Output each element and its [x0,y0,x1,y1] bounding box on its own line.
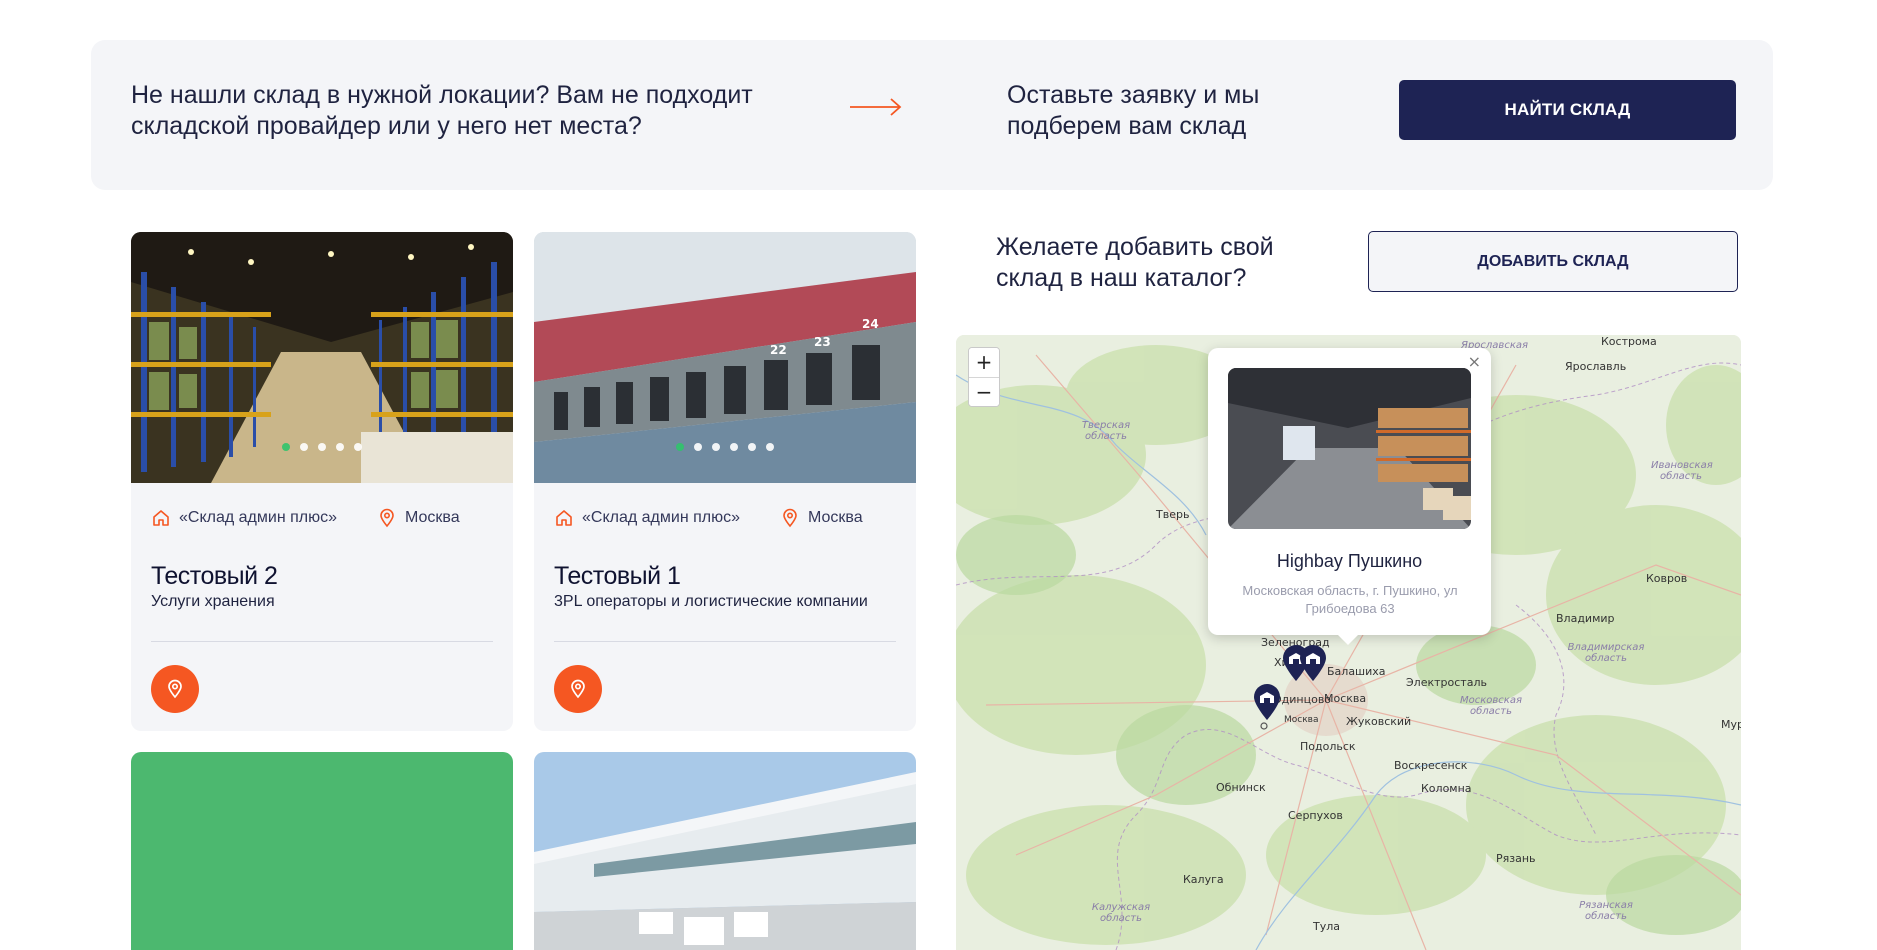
city-name: Москва [808,509,863,526]
company-meta: «Склад админ плюс» [554,508,740,528]
map-label: Ярославль [1565,360,1627,373]
company-meta: «Склад админ плюс» [151,508,337,528]
slider-dot[interactable] [676,443,684,451]
map-label: Обнинск [1216,781,1266,794]
map-label: Калуга [1183,873,1224,886]
location-pin-icon [571,679,585,699]
arrow-right-icon [850,98,902,116]
cta-banner: Не нашли склад в нужной локации? Вам не … [91,40,1773,190]
add-warehouse-button[interactable]: ДОБАВИТЬ СКЛАД [1368,231,1738,292]
card-meta: «Склад админ плюс» Москва [151,508,460,528]
map-label: Воскресенск [1394,759,1468,772]
warehouse-marker[interactable] [1252,683,1282,721]
find-warehouse-button[interactable]: НАЙТИ СКЛАД [1399,80,1736,140]
map-label: Подольск [1300,740,1356,753]
home-icon [153,510,169,526]
warehouse-photo[interactable]: 22 23 24 [534,232,916,483]
banner-text: Не нашли склад в нужной локации? Вам не … [131,81,753,140]
add-warehouse-text: Желаете добавить свой склад в наш катало… [996,233,1274,292]
map-label: Электросталь [1406,676,1487,689]
location-pin-icon [168,679,182,699]
warehouse-marker[interactable] [1298,644,1328,682]
card-subtitle: 3PL операторы и логистические компании [554,593,868,610]
warehouse-card[interactable]: «Склад админ плюс» Москва Тестовый 2 Усл… [131,232,513,731]
slider-dot[interactable] [694,443,702,451]
city-meta: Москва [377,508,460,528]
slider-dot[interactable] [300,443,308,451]
location-pin-icon [783,508,797,528]
map-label: Владимир [1556,612,1615,625]
location-pin-icon [380,508,394,528]
warehouse-interior-image [1228,368,1471,529]
map-label: Жуковский [1346,715,1412,728]
map-label: Тверская область [1081,420,1131,442]
map-label: Калужская область [1091,902,1151,924]
warehouse-photo[interactable] [131,232,513,483]
show-on-map-button[interactable] [151,665,199,713]
map-label: Москва [1324,692,1367,705]
map-label: Ивановская область [1651,460,1713,482]
map-label: Коломна [1421,782,1472,795]
map-label: Тверь [1156,508,1190,521]
divider [554,641,896,642]
company-name: «Склад админ плюс» [582,509,740,526]
card-meta: «Склад админ плюс» Москва [554,508,863,528]
popup-tail [1338,635,1358,645]
slider-dot[interactable] [766,443,774,451]
warehouse-building-image [534,752,916,950]
card-subtitle: Услуги хранения [151,593,275,610]
map-label: Кострома [1601,335,1657,348]
map-label: Ковров [1646,572,1688,585]
slider-dot[interactable] [730,443,738,451]
card-title[interactable]: Тестовый 1 [554,562,681,591]
svg-text:24: 24 [862,317,879,331]
close-icon[interactable]: × [1468,352,1481,371]
zoom-in-button[interactable]: + [969,348,999,377]
warehouse-card[interactable]: 22 23 24 «Склад админ плюс» Москва Тестовы… [534,232,916,731]
warehouse-map[interactable]: + − Кострома Ярославль Ярославская Тверс… [956,335,1741,950]
popup-title[interactable]: Highbay Пушкино [1208,551,1491,572]
map-label: Рязанская область [1579,900,1633,922]
map-label: Муро [1721,718,1741,731]
slider-dot[interactable] [712,443,720,451]
slider-dot[interactable] [354,443,362,451]
slider-dot[interactable] [318,443,326,451]
popup-photo[interactable] [1228,368,1471,529]
map-label: Тула [1313,920,1341,933]
zoom-control[interactable]: + − [968,347,1000,407]
zoom-out-button[interactable]: − [969,377,999,406]
city-name: Москва [405,509,460,526]
map-label: Москва [1284,715,1319,725]
divider [151,641,493,642]
slider-dot[interactable] [282,443,290,451]
banner-cta-text: Оставьте заявку и мы подберем вам склад [1007,81,1260,140]
popup-address: Московская область, г. Пушкино, ул Грибо… [1242,583,1458,616]
warehouse-card[interactable] [534,752,916,950]
slider-dot[interactable] [748,443,756,451]
slider-dots[interactable] [534,443,916,451]
show-on-map-button[interactable] [554,665,602,713]
slider-dot[interactable] [336,443,344,451]
map-label: Московская область [1460,695,1522,717]
slider-dots[interactable] [131,443,513,451]
map-label: Владимирская область [1567,642,1645,664]
map-label: Балашиха [1327,665,1386,678]
map-label: Рязань [1496,852,1536,865]
svg-text:23: 23 [814,335,831,349]
map-popup[interactable]: × Highbay Пушкино Московская область, г.… [1208,348,1491,645]
card-title[interactable]: Тестовый 2 [151,562,278,591]
home-icon [556,510,572,526]
city-meta: Москва [780,508,863,528]
svg-text:22: 22 [770,343,787,357]
map-label: Серпухов [1288,809,1343,822]
company-name: «Склад админ плюс» [179,509,337,526]
warehouse-card[interactable] [131,752,513,950]
